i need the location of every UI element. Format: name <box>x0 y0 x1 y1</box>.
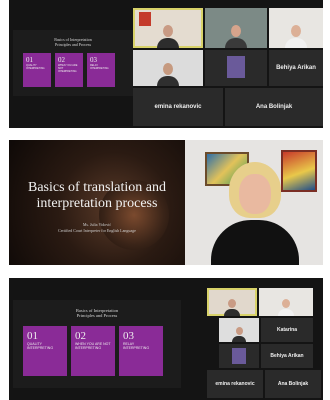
slide-title: Basics of translation and interpretation… <box>27 180 167 212</box>
meeting-screenshot-3: Basics of Interpretation Principles and … <box>9 278 323 400</box>
shared-slide: Basics of Interpretation Principles and … <box>13 30 133 96</box>
participant-video-tile[interactable] <box>219 318 259 342</box>
participant-avatar <box>157 25 179 48</box>
participant-video-tile[interactable] <box>207 288 257 316</box>
meeting-screenshot-1: Basics of Interpretation Principles and … <box>9 0 323 128</box>
participant-name-tile[interactable]: emina rekanovic <box>133 88 223 126</box>
presenter-role: Certified Court Interpreter for English … <box>58 228 136 233</box>
participant-name-tile[interactable]: Ana Bolinjak <box>225 88 323 126</box>
speaker-video[interactable] <box>185 140 323 265</box>
participant-video-tile[interactable] <box>205 8 267 48</box>
participant-name-tile[interactable]: Behiya Arikan <box>269 50 323 86</box>
topic-card: 01 Quality interpreting <box>23 53 51 87</box>
shared-slide: Basics of Interpretation Principles and … <box>13 300 181 388</box>
wall-picture <box>139 12 151 26</box>
topic-card: 01 Quality interpreting <box>23 326 67 376</box>
participant-avatar <box>278 299 294 316</box>
participant-video-tile[interactable] <box>269 8 323 48</box>
participant-name: emina rekanovic <box>215 381 255 387</box>
participant-video-tile[interactable] <box>133 50 203 86</box>
participant-name: Behiya Arikan <box>276 65 316 71</box>
slide-title: Basics of Interpretation Principles and … <box>54 37 92 47</box>
participant-video-tile[interactable] <box>205 50 267 86</box>
slide-title: Basics of Interpretation Principles and … <box>75 308 119 319</box>
shared-slide: Basics of translation and interpretation… <box>9 140 185 265</box>
meeting-screenshot-2: Basics of translation and interpretation… <box>9 140 323 265</box>
topic-cards: 01 Quality interpreting 02 When you are … <box>23 53 115 87</box>
participant-name: Ana Bolinjak <box>277 381 309 387</box>
participant-name-tile[interactable]: Behiya Arikan <box>261 344 313 368</box>
participant-video-tile[interactable] <box>259 288 313 316</box>
participant-avatar <box>225 25 247 48</box>
participant-name-tile[interactable]: Ana Bolinjak <box>265 370 321 398</box>
wall-painting <box>281 150 317 192</box>
participant-avatar <box>224 299 240 316</box>
participant-name: Behiya Arikan <box>270 353 304 359</box>
participant-name-tile[interactable]: Katarina <box>261 318 313 342</box>
participant-video-tile[interactable] <box>133 8 203 48</box>
participant-name: emina rekanovic <box>154 104 202 110</box>
topic-card: 02 When you are not interpreting <box>55 53 83 87</box>
topic-card: 03 Relay interpreting <box>119 326 163 376</box>
participant-video-tile[interactable] <box>219 344 259 368</box>
presenter-name: Ms. Julia Vidović <box>82 222 112 227</box>
topic-card: 02 When you are not interpreting <box>71 326 115 376</box>
participant-photo <box>227 56 245 78</box>
participant-name-tile[interactable]: emina rekanovic <box>207 370 263 398</box>
topic-card: 03 Relay interpreting <box>87 53 115 87</box>
participant-photo <box>232 348 246 364</box>
participant-avatar <box>157 63 179 86</box>
participant-avatar <box>232 327 246 342</box>
participant-name: Ana Bolinjak <box>255 104 293 110</box>
topic-cards: 01 Quality interpreting 02 When you are … <box>23 326 163 376</box>
participant-name: Katarina <box>276 327 297 333</box>
participant-avatar <box>285 25 307 48</box>
